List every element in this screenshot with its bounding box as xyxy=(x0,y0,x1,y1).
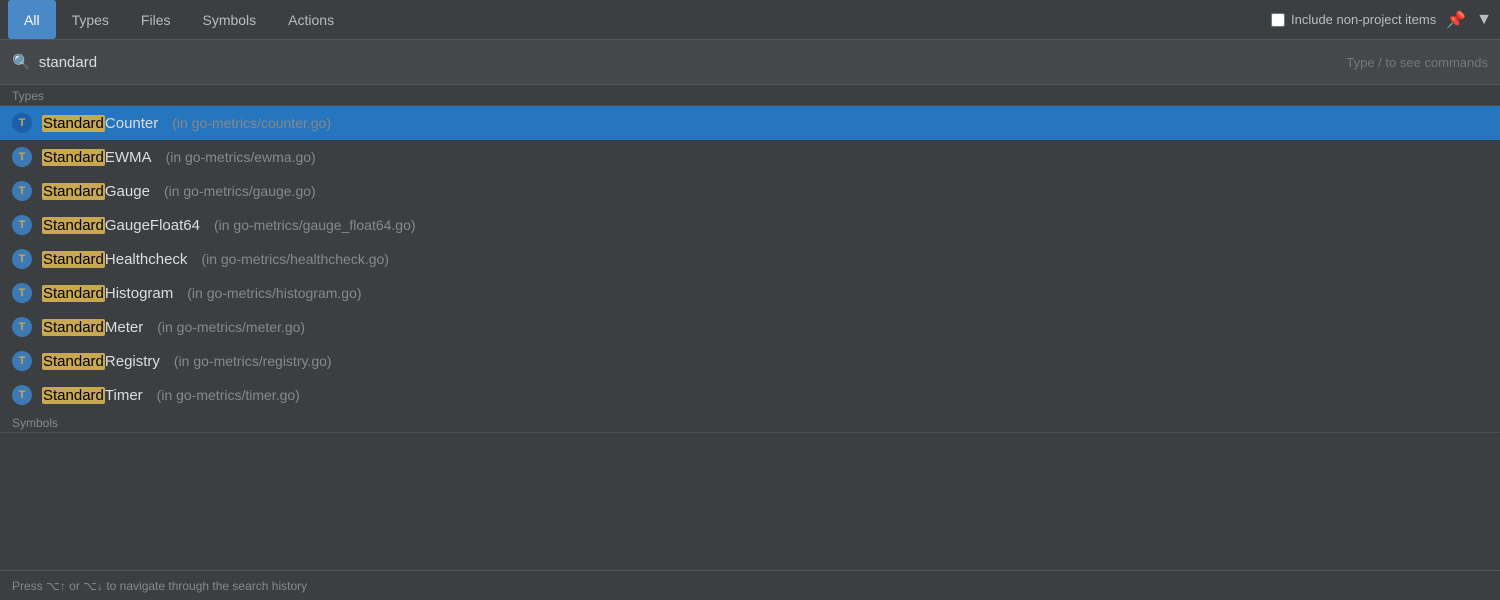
include-non-project-label[interactable]: Include non-project items xyxy=(1271,12,1436,27)
type-badge: T xyxy=(12,215,32,235)
type-badge: T xyxy=(12,181,32,201)
item-name: StandardTimer xyxy=(42,387,143,404)
item-name: StandardMeter xyxy=(42,319,143,336)
item-location: (in go-metrics/histogram.go) xyxy=(187,285,361,301)
type-badge: T xyxy=(12,147,32,167)
result-item[interactable]: T StandardGaugeFloat64 (in go-metrics/gau… xyxy=(0,208,1500,242)
item-location: (in go-metrics/timer.go) xyxy=(157,387,300,403)
include-non-project-checkbox[interactable] xyxy=(1271,13,1285,27)
result-item[interactable]: T StandardCounter (in go-metrics/counter.… xyxy=(0,106,1500,140)
bottom-bar: Press ⌥↑ or ⌥↓ to navigate through the s… xyxy=(0,570,1500,600)
symbols-section-header: Symbols xyxy=(0,412,1500,433)
tab-bar: All Types Files Symbols Actions Include … xyxy=(0,0,1500,40)
types-section-header: Types xyxy=(0,85,1500,106)
result-item[interactable]: T StandardHealthcheck (in go-metrics/heal… xyxy=(0,242,1500,276)
result-item[interactable]: T StandardHistogram (in go-metrics/histog… xyxy=(0,276,1500,310)
item-location: (in go-metrics/meter.go) xyxy=(157,319,305,335)
result-item[interactable]: T StandardMeter (in go-metrics/meter.go) xyxy=(0,310,1500,344)
result-item[interactable]: T StandardTimer (in go-metrics/timer.go) xyxy=(0,378,1500,412)
results-list: T StandardCounter (in go-metrics/counter.… xyxy=(0,106,1500,412)
result-item[interactable]: T StandardRegistry (in go-metrics/registr… xyxy=(0,344,1500,378)
item-location: (in go-metrics/gauge_float64.go) xyxy=(214,217,416,233)
search-icon: 🔍 xyxy=(12,53,31,71)
tab-files[interactable]: Files xyxy=(125,0,187,39)
result-item[interactable]: T StandardEWMA (in go-metrics/ewma.go) xyxy=(0,140,1500,174)
search-bar: 🔍 Type / to see commands xyxy=(0,40,1500,85)
type-badge: T xyxy=(12,283,32,303)
item-location: (in go-metrics/ewma.go) xyxy=(166,149,316,165)
type-badge: T xyxy=(12,113,32,133)
search-hint: Type / to see commands xyxy=(1346,55,1488,70)
type-badge: T xyxy=(12,385,32,405)
item-name: StandardHealthcheck xyxy=(42,251,187,268)
tab-types[interactable]: Types xyxy=(56,0,125,39)
item-location: (in go-metrics/healthcheck.go) xyxy=(201,251,389,267)
item-name: StandardGaugeFloat64 xyxy=(42,217,200,234)
item-name: StandardGauge xyxy=(42,183,150,200)
item-name: StandardEWMA xyxy=(42,149,152,166)
result-item[interactable]: T StandardGauge (in go-metrics/gauge.go) xyxy=(0,174,1500,208)
tab-all[interactable]: All xyxy=(8,0,56,39)
bottom-hint-text: Press ⌥↑ or ⌥↓ to navigate through the s… xyxy=(12,579,307,593)
include-non-project-text: Include non-project items xyxy=(1291,12,1436,27)
item-location: (in go-metrics/counter.go) xyxy=(172,115,331,131)
tab-symbols[interactable]: Symbols xyxy=(186,0,272,39)
type-badge: T xyxy=(12,249,32,269)
type-badge: T xyxy=(12,317,32,337)
item-name: StandardHistogram xyxy=(42,285,173,302)
type-badge: T xyxy=(12,351,32,371)
search-input[interactable] xyxy=(39,54,1347,71)
item-name: StandardRegistry xyxy=(42,353,160,370)
item-location: (in go-metrics/registry.go) xyxy=(174,353,332,369)
item-location: (in go-metrics/gauge.go) xyxy=(164,183,316,199)
tab-actions[interactable]: Actions xyxy=(272,0,350,39)
pin-icon[interactable]: 📌 xyxy=(1446,10,1466,30)
tab-right-controls: Include non-project items 📌 ▼ xyxy=(1271,10,1492,30)
filter-icon[interactable]: ▼ xyxy=(1476,11,1492,29)
item-name: StandardCounter xyxy=(42,115,158,132)
